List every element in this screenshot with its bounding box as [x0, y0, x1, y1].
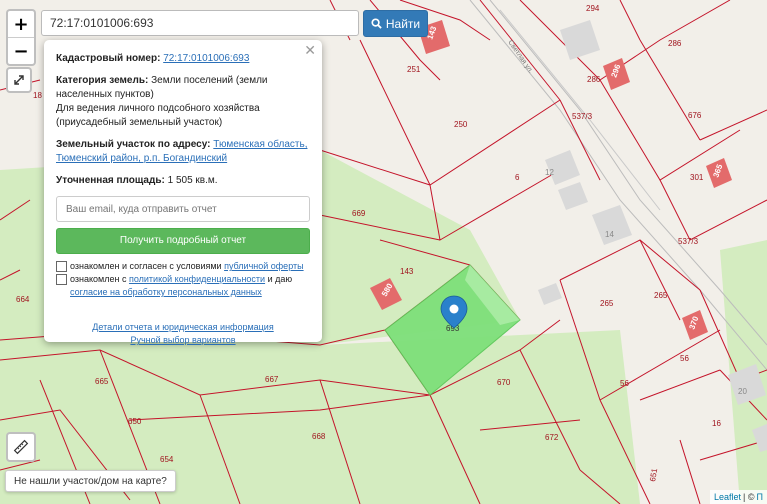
area-row: Уточненная площадь: 1 505 кв.м.: [56, 175, 218, 186]
report-details-link[interactable]: Детали отчета и юридическая информация: [56, 321, 310, 334]
svg-text:20: 20: [738, 387, 747, 396]
svg-text:12: 12: [545, 168, 554, 177]
svg-text:56: 56: [620, 379, 629, 388]
get-report-button[interactable]: Получить подробный отчет: [56, 228, 310, 254]
zoom-in-button[interactable]: +: [8, 11, 34, 37]
svg-text:669: 669: [352, 209, 366, 218]
svg-text:676: 676: [688, 111, 702, 120]
search-input[interactable]: [41, 10, 359, 36]
search-button-label: Найти: [385, 16, 421, 31]
email-input[interactable]: [56, 196, 310, 222]
svg-text:14: 14: [605, 230, 614, 239]
svg-text:294: 294: [586, 4, 600, 13]
svg-text:251: 251: [407, 65, 421, 74]
land-usage-text: Для ведения личного подсобного хозяйства…: [56, 103, 260, 128]
cadastral-number-link[interactable]: 72:17:0101006:693: [163, 53, 249, 64]
ruler-icon: [13, 439, 29, 455]
svg-text:286: 286: [668, 39, 682, 48]
svg-text:537/3: 537/3: [572, 112, 593, 121]
offer-checkbox[interactable]: [56, 261, 67, 272]
zoom-control: + −: [6, 9, 36, 66]
search-icon: [371, 18, 382, 29]
svg-text:56: 56: [680, 354, 689, 363]
svg-text:250: 250: [454, 120, 468, 129]
svg-text:286: 286: [587, 75, 601, 84]
svg-text:670: 670: [497, 378, 511, 387]
agreement-section: ознакомлен и согласен с условиями публич…: [56, 260, 310, 299]
privacy-policy-link[interactable]: политикой конфиденциальности: [129, 274, 265, 284]
public-offer-link[interactable]: публичной оферты: [224, 261, 304, 271]
close-icon[interactable]: ✕: [304, 44, 316, 58]
svg-text:654: 654: [160, 455, 174, 464]
svg-text:18: 18: [33, 91, 42, 100]
svg-text:265: 265: [654, 291, 668, 300]
popup-footer-links: Детали отчета и юридическая информация Р…: [56, 321, 310, 347]
expand-icon: [14, 75, 24, 85]
manual-selection-link[interactable]: Ручной выбор вариантов: [56, 334, 310, 347]
svg-text:650: 650: [128, 417, 142, 426]
svg-text:265: 265: [600, 299, 614, 308]
parcel-info-popup: ✕ Кадастровый номер: 72:17:0101006:693 К…: [44, 40, 322, 345]
privacy-checkbox[interactable]: [56, 274, 67, 285]
attribution-provider-link[interactable]: П: [757, 492, 763, 502]
data-processing-consent-link[interactable]: согласие на обработку персональных данны…: [70, 287, 262, 297]
svg-text:664: 664: [16, 295, 30, 304]
fullscreen-button[interactable]: [6, 67, 32, 93]
svg-text:6: 6: [515, 173, 520, 182]
svg-text:537/3: 537/3: [678, 237, 699, 246]
svg-text:672: 672: [545, 433, 559, 442]
svg-text:301: 301: [690, 173, 704, 182]
cadastral-number-row: Кадастровый номер: 72:17:0101006:693: [56, 53, 250, 64]
zoom-out-button[interactable]: −: [8, 37, 34, 64]
svg-text:665: 665: [95, 377, 109, 386]
svg-text:668: 668: [312, 432, 326, 441]
attribution-separator: | ©: [743, 492, 755, 502]
svg-text:143: 143: [400, 267, 414, 276]
svg-text:16: 16: [712, 419, 721, 428]
map-attribution: Leaflet | © П: [710, 490, 767, 504]
leaflet-link[interactable]: Leaflet: [714, 492, 741, 502]
land-category-row: Категория земель: Земли поселений (земли…: [56, 75, 268, 100]
offer-agreement-text: ознакомлен и согласен с условиями публич…: [70, 261, 304, 271]
not-found-button[interactable]: Не нашли участок/дом на карте?: [5, 470, 176, 492]
privacy-agreement-text: ознакомлен с политикой конфиденциальност…: [70, 274, 293, 297]
measure-button[interactable]: [6, 432, 36, 462]
search-button[interactable]: Найти: [363, 10, 428, 37]
address-row: Земельный участок по адресу: Тюменская о…: [56, 139, 308, 164]
svg-text:667: 667: [265, 375, 279, 384]
